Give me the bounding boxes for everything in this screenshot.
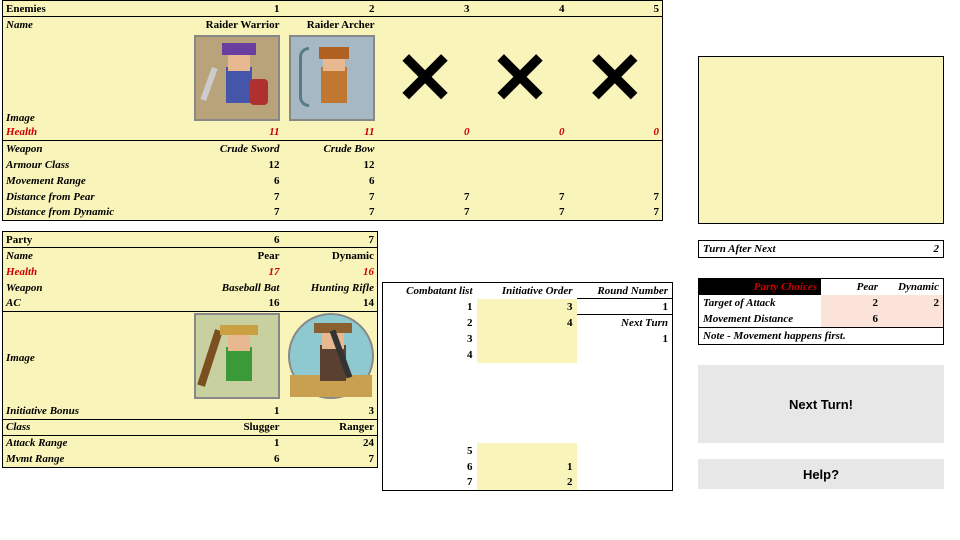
party-table: Party 6 7 Name Pear Dynamic Health 17 16…	[2, 231, 378, 468]
next-turn-button[interactable]: Next Turn!	[698, 365, 944, 443]
enemies-table: Enemies 1 2 3 4 5 Name Raider Warrior Ra…	[2, 0, 663, 221]
party-portrait-dynamic	[288, 313, 374, 399]
party-portrait-pear	[194, 313, 280, 399]
enemy-portrait-2	[289, 35, 375, 121]
x-icon: ✕	[378, 33, 473, 125]
target-dynamic-input[interactable]: 2	[882, 295, 943, 311]
target-pear-input[interactable]: 2	[821, 295, 882, 311]
message-box	[698, 56, 944, 224]
party-choices: Party Choices Pear Dynamic Target of Att…	[698, 278, 944, 345]
turn-after-next: Turn After Next 2	[698, 240, 944, 258]
enemies-title: Enemies	[3, 1, 188, 17]
x-icon: ✕	[473, 33, 568, 125]
x-icon: ✕	[568, 33, 663, 125]
move-dynamic-input[interactable]	[882, 311, 943, 328]
help-button[interactable]: Help?	[698, 459, 944, 489]
initiative-table: Combatant list Initiative Order Round Nu…	[382, 282, 673, 491]
move-pear-input[interactable]: 6	[821, 311, 882, 328]
enemy-portrait-1	[194, 35, 280, 121]
party-title: Party	[3, 232, 188, 248]
